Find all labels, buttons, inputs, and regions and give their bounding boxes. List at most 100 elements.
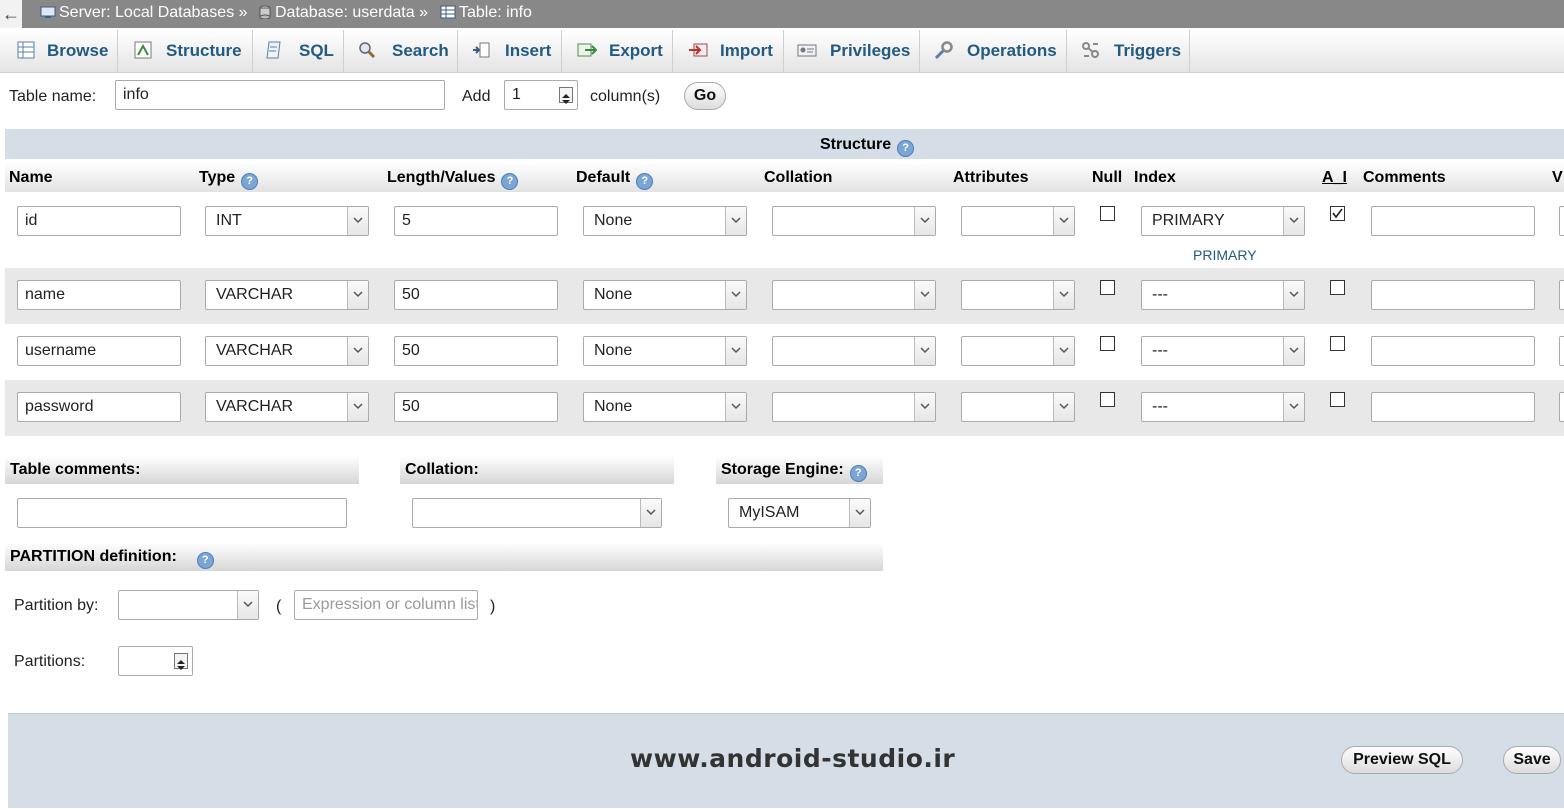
column-ai-checkbox[interactable]	[1330, 206, 1345, 221]
column-null-checkbox[interactable]	[1100, 336, 1115, 351]
add-columns-stepper[interactable]: 1	[504, 80, 578, 110]
storage-engine-select[interactable]: MyISAM	[728, 498, 871, 528]
column-type-select[interactable]: INT	[205, 206, 369, 236]
column-ai-checkbox[interactable]	[1330, 280, 1345, 295]
breadcrumb-server[interactable]: Server: Local Databases »	[40, 4, 248, 22]
tab-search-label[interactable]: Search	[392, 30, 449, 72]
tab-privileges[interactable]: Privileges	[784, 30, 920, 72]
spinner-arrows-icon[interactable]	[559, 87, 573, 104]
header-name: Name	[9, 169, 53, 186]
column-index-select[interactable]: ---	[1141, 336, 1305, 366]
tab-import-label[interactable]: Import	[720, 30, 773, 72]
column-virtuality-select[interactable]	[1559, 336, 1564, 366]
structure-icon	[134, 41, 152, 59]
column-index-select[interactable]: ---	[1141, 392, 1305, 422]
column-length-input[interactable]: 50	[394, 392, 558, 422]
breadcrumb-table[interactable]: Table: info	[440, 4, 532, 22]
breadcrumb-database-label[interactable]: Database: userdata	[275, 4, 415, 21]
column-virtuality-select[interactable]	[1559, 206, 1564, 236]
column-collation-select[interactable]	[772, 392, 936, 422]
column-virtuality-select[interactable]	[1559, 280, 1564, 310]
column-comments-input[interactable]	[1371, 336, 1535, 366]
tab-search[interactable]: Search	[344, 30, 458, 72]
column-collation-select[interactable]	[772, 336, 936, 366]
tab-privileges-label[interactable]: Privileges	[830, 30, 910, 72]
tab-export-label[interactable]: Export	[609, 30, 663, 72]
header-attributes: Attributes	[953, 169, 1029, 186]
header-length: Length/Values?	[387, 169, 519, 190]
column-default-select[interactable]: None	[583, 336, 747, 366]
table-name-input[interactable]: info	[115, 80, 445, 110]
column-comments-input[interactable]	[1371, 206, 1535, 236]
help-icon[interactable]: ?	[849, 465, 867, 482]
column-default-select[interactable]: None	[583, 280, 747, 310]
column-collation-select[interactable]	[772, 206, 936, 236]
column-name-input[interactable]: username	[17, 336, 181, 366]
tab-operations[interactable]: Operations	[920, 30, 1067, 72]
column-comments-input[interactable]	[1371, 280, 1535, 310]
spinner-arrows-icon[interactable]	[174, 653, 188, 670]
column-length-input[interactable]: 5	[394, 206, 558, 236]
tab-insert[interactable]: Insert	[458, 30, 562, 72]
tab-sql[interactable]: SQL	[253, 30, 344, 72]
back-arrow-icon[interactable]: ←	[0, 0, 22, 28]
table-comments-input[interactable]	[17, 498, 347, 528]
column-name-input[interactable]: id	[17, 206, 181, 236]
column-attributes-select[interactable]	[961, 336, 1075, 366]
column-index-select[interactable]: PRIMARY	[1141, 206, 1305, 236]
help-icon[interactable]: ?	[897, 140, 915, 157]
tab-operations-label[interactable]: Operations	[967, 30, 1057, 72]
tab-triggers[interactable]: Triggers	[1067, 30, 1190, 72]
column-attributes-select[interactable]	[961, 280, 1075, 310]
column-name-input[interactable]: password	[17, 392, 181, 422]
tab-structure-label[interactable]: Structure	[166, 30, 242, 72]
preview-sql-button[interactable]: Preview SQL	[1341, 746, 1463, 774]
open-paren: (	[276, 598, 282, 615]
column-null-checkbox[interactable]	[1100, 392, 1115, 407]
breadcrumb-table-label[interactable]: Table: info	[459, 4, 532, 21]
column-index-select[interactable]: ---	[1141, 280, 1305, 310]
column-name-input[interactable]: name	[17, 280, 181, 310]
column-ai-checkbox[interactable]	[1330, 336, 1345, 351]
go-button[interactable]: Go	[684, 82, 726, 110]
chevron-down-icon	[1053, 337, 1074, 365]
chevron-down-icon	[725, 337, 746, 365]
breadcrumb-server-label[interactable]: Server: Local Databases	[59, 4, 234, 21]
tab-triggers-label[interactable]: Triggers	[1114, 30, 1181, 72]
tab-export[interactable]: Export	[562, 30, 673, 72]
column-length-input[interactable]: 50	[394, 336, 558, 366]
chevron-down-icon	[725, 281, 746, 309]
partition-by-select[interactable]	[118, 590, 259, 620]
partitions-stepper[interactable]	[118, 646, 193, 676]
help-icon[interactable]: ?	[636, 173, 654, 190]
column-default-select[interactable]: None	[583, 392, 747, 422]
column-type-select[interactable]: VARCHAR	[205, 280, 369, 310]
column-default-select[interactable]: None	[583, 206, 747, 236]
column-virtuality-select[interactable]	[1559, 392, 1564, 422]
column-type-select[interactable]: VARCHAR	[205, 336, 369, 366]
tab-structure[interactable]: Structure	[118, 30, 253, 72]
column-default-value: None	[594, 398, 633, 415]
column-collation-select[interactable]	[772, 280, 936, 310]
column-null-checkbox[interactable]	[1100, 206, 1115, 221]
column-type-select[interactable]: VARCHAR	[205, 392, 369, 422]
tab-import[interactable]: Import	[673, 30, 784, 72]
tab-browse[interactable]: Browse	[0, 30, 118, 72]
column-attributes-select[interactable]	[961, 206, 1075, 236]
partition-expression-input[interactable]: Expression or column list	[294, 590, 478, 620]
help-icon[interactable]: ?	[501, 173, 519, 190]
table-collation-select[interactable]	[412, 498, 662, 528]
column-attributes-select[interactable]	[961, 392, 1075, 422]
column-length-input[interactable]: 50	[394, 280, 558, 310]
tab-insert-label[interactable]: Insert	[505, 30, 551, 72]
save-button[interactable]: Save	[1503, 746, 1561, 774]
help-icon[interactable]: ?	[241, 173, 259, 190]
tab-browse-label[interactable]: Browse	[47, 30, 108, 72]
column-index-value: ---	[1152, 286, 1168, 303]
tab-sql-label[interactable]: SQL	[299, 30, 334, 72]
column-ai-checkbox[interactable]	[1330, 392, 1345, 407]
column-comments-input[interactable]	[1371, 392, 1535, 422]
help-icon[interactable]: ?	[196, 552, 214, 569]
breadcrumb-database[interactable]: Database: userdata »	[259, 4, 428, 22]
column-null-checkbox[interactable]	[1100, 280, 1115, 295]
